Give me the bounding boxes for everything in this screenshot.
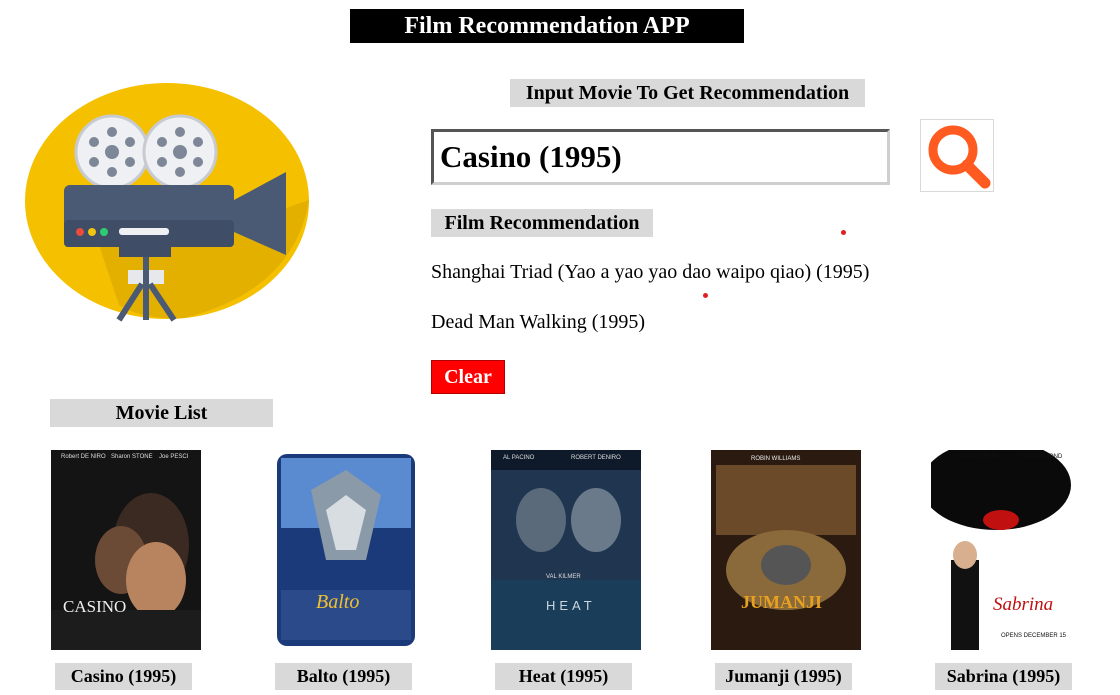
movie-poster-sabrina[interactable]: Harrison FORD Julia ORMOND Sabrina OPENS… [931,450,1081,650]
movie-caption: Heat (1995) [495,663,632,690]
app-title: Film Recommendation APP [350,9,744,43]
movie-caption: Jumanji (1995) [715,663,852,690]
recommendation-item: Shanghai Triad (Yao a yao yao dao waipo … [431,261,870,283]
movie-poster-balto[interactable]: Balto [271,450,421,650]
poster-credit: Robert DE NIRO [61,454,106,460]
clear-button[interactable]: Clear [431,360,505,394]
poster-title: JUMANJI [741,592,822,612]
movie-caption: Balto (1995) [275,663,412,690]
search-button[interactable] [920,119,994,192]
movie-poster-jumanji[interactable]: ROBIN WILLIAMS JUMANJI [711,450,861,650]
movie-caption: Sabrina (1995) [935,663,1072,690]
search-icon [921,125,993,194]
movie-list-label: Movie List [50,399,273,427]
movie-camera-logo-icon [24,80,314,325]
poster-credit: ROBERT DENIRO [571,455,621,461]
poster-title: Sabrina [993,594,1053,615]
poster-credit: ROBIN WILLIAMS [751,456,800,462]
poster-release: OPENS DECEMBER 15 [1001,633,1067,639]
poster-credit: VAL KILMER [546,574,581,580]
poster-credit: AL PACINO [503,455,535,461]
poster-title: Balto [316,591,359,613]
poster-credit: Harrison FORD [959,454,1001,460]
poster-credit: Julia ORMOND [1021,454,1063,460]
movie-poster-casino[interactable]: Robert DE NIRO Sharon STONE Joe PESCI CA… [51,450,201,650]
recommendation-item: Dead Man Walking (1995) [431,311,646,333]
search-prompt-label: Input Movie To Get Recommendation [510,79,865,107]
poster-title: CASINO [63,597,126,616]
poster-credit: Joe PESCI [159,454,189,460]
movie-search-input[interactable] [431,129,890,185]
movie-caption: Casino (1995) [55,663,192,690]
poster-credit: Sharon STONE [111,454,153,460]
red-dot-marker [841,230,846,235]
movie-poster-heat[interactable]: AL PACINO ROBERT DENIRO VAL KILMER HEAT [491,450,641,650]
poster-title: HEAT [546,598,596,613]
recommendation-label: Film Recommendation [431,209,653,237]
red-dot-marker [703,293,708,298]
